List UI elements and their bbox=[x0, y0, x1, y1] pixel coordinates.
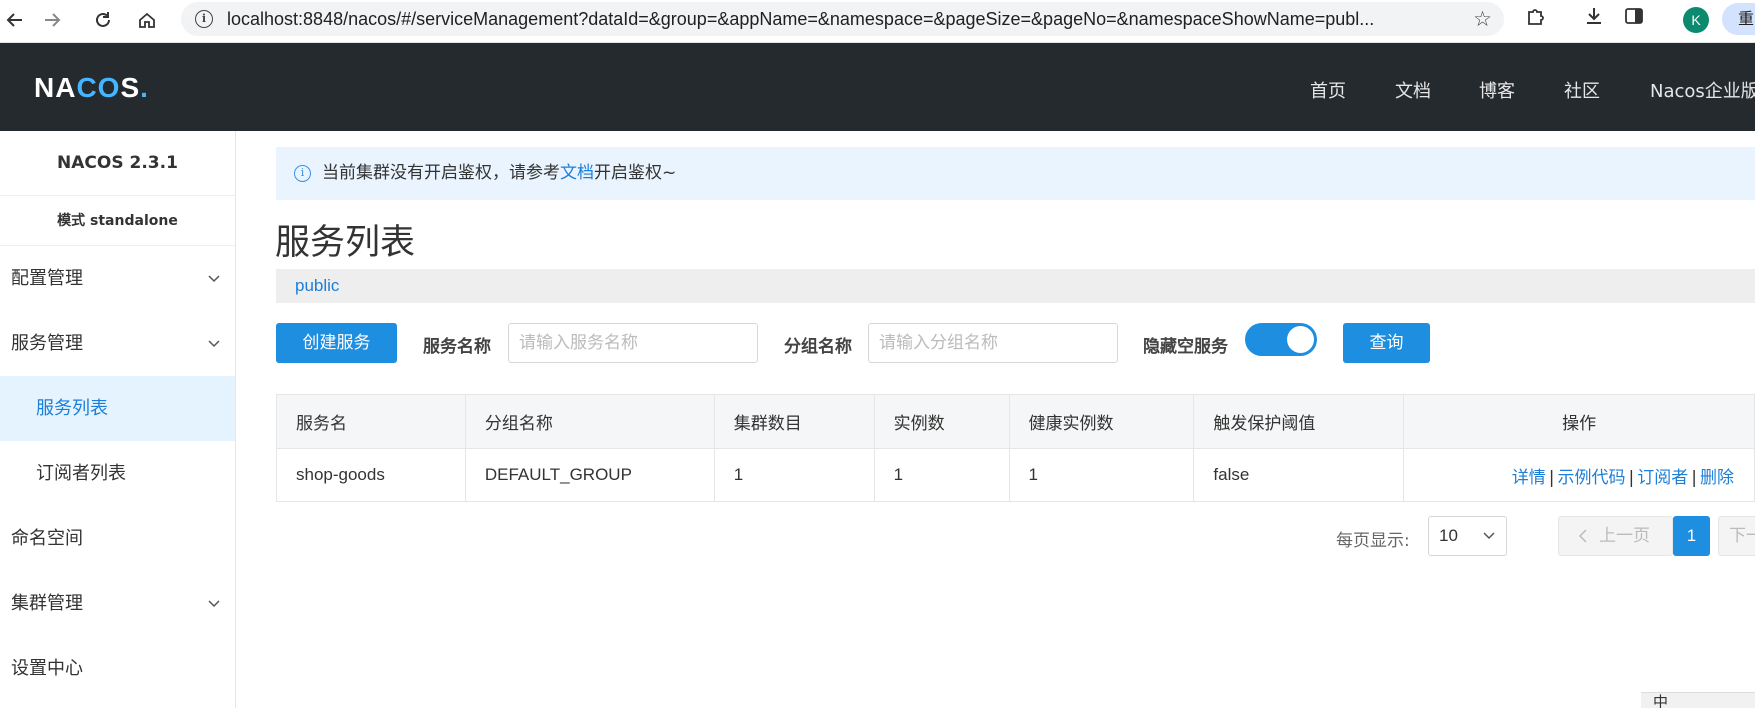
home-icon[interactable] bbox=[132, 5, 162, 35]
ime-mode-label: 中 bbox=[1653, 693, 1669, 708]
sidepanel-icon[interactable] bbox=[1624, 6, 1644, 31]
profile-avatar[interactable]: K bbox=[1683, 7, 1709, 33]
sidebar-item-service-management[interactable]: 服务管理 bbox=[0, 311, 235, 376]
col-header-instances: 实例数 bbox=[873, 394, 1010, 449]
nav-blog[interactable]: 博客 bbox=[1479, 77, 1515, 103]
sidebar-item-label: 设置中心 bbox=[11, 658, 83, 679]
sidebar: NACOS 2.3.1 模式 standalone 配置管理 服务管理 服务列表… bbox=[0, 131, 236, 708]
service-name-label: 服务名称 bbox=[423, 337, 491, 357]
per-page-select[interactable]: 10 bbox=[1428, 516, 1507, 556]
mode-label: 模式 standalone bbox=[0, 196, 235, 246]
chevron-down-icon bbox=[1482, 517, 1496, 569]
address-bar[interactable]: i localhost:8848/nacos/#/serviceManageme… bbox=[181, 2, 1504, 36]
cell-clusters: 1 bbox=[713, 448, 875, 502]
sidebar-item-label: 命名空间 bbox=[11, 528, 83, 549]
sidebar-item-subscriber-list[interactable]: 订阅者列表 bbox=[0, 441, 235, 506]
chevron-down-icon bbox=[207, 571, 221, 636]
sidebar-item-label: 服务管理 bbox=[11, 333, 83, 354]
toggle-knob bbox=[1287, 326, 1314, 353]
prev-page-label: 上一页 bbox=[1599, 526, 1650, 546]
chevron-down-icon bbox=[207, 246, 221, 311]
extensions-icon[interactable] bbox=[1526, 6, 1546, 31]
col-header-threshold: 触发保护阈值 bbox=[1193, 394, 1405, 449]
table-row: shop-goods DEFAULT_GROUP 1 1 1 false 详情 |… bbox=[276, 448, 1755, 502]
prev-page-button[interactable]: 上一页 bbox=[1558, 516, 1673, 556]
site-info-icon[interactable]: i bbox=[195, 10, 213, 28]
service-table: 服务名 分组名称 集群数目 实例数 健康实例数 触发保护阈值 操作 shop-g… bbox=[276, 394, 1755, 502]
forward-arrow-icon[interactable] bbox=[37, 5, 67, 35]
sidebar-item-label: 服务列表 bbox=[36, 398, 108, 419]
chevron-left-icon bbox=[1577, 517, 1589, 569]
col-header-actions: 操作 bbox=[1403, 394, 1755, 449]
sidebar-item-config-management[interactable]: 配置管理 bbox=[0, 246, 235, 311]
hide-empty-toggle[interactable] bbox=[1245, 323, 1317, 356]
next-page-button[interactable]: 下一页 bbox=[1718, 516, 1755, 556]
sidebar-item-namespace[interactable]: 命名空间 bbox=[0, 506, 235, 571]
notice-docs-link[interactable]: 文档 bbox=[560, 163, 594, 183]
nacos-logo[interactable]: NACOS. bbox=[34, 72, 149, 104]
delete-link[interactable]: 删除 bbox=[1700, 468, 1734, 488]
cell-healthy: 1 bbox=[1008, 448, 1195, 502]
cell-threshold: false bbox=[1193, 448, 1405, 502]
per-page-label: 每页显示: bbox=[1336, 531, 1410, 551]
hide-empty-label: 隐藏空服务 bbox=[1143, 337, 1228, 357]
cell-service-name: shop-goods bbox=[276, 448, 466, 502]
cell-actions: 详情 | 示例代码 | 订阅者 | 删除 bbox=[1403, 448, 1755, 502]
sidebar-item-settings[interactable]: 设置中心 bbox=[0, 636, 235, 701]
version-label: NACOS 2.3.1 bbox=[0, 131, 235, 196]
sidebar-item-label: 订阅者列表 bbox=[36, 463, 126, 484]
group-name-input[interactable] bbox=[868, 323, 1118, 363]
create-service-button[interactable]: 创建服务 bbox=[276, 323, 397, 363]
sidebar-item-cluster-management[interactable]: 集群管理 bbox=[0, 571, 235, 636]
reload-icon[interactable] bbox=[88, 5, 118, 35]
col-header-group: 分组名称 bbox=[464, 394, 715, 449]
nav-docs[interactable]: 文档 bbox=[1395, 77, 1431, 103]
query-button[interactable]: 查询 bbox=[1343, 323, 1430, 363]
sidebar-item-label: 集群管理 bbox=[11, 593, 83, 614]
col-header-healthy: 健康实例数 bbox=[1008, 394, 1195, 449]
top-header: NACOS. 首页 文档 博客 社区 Nacos企业版 bbox=[0, 43, 1755, 131]
ime-toolbar[interactable]: 中 bbox=[1641, 692, 1755, 708]
back-arrow-icon[interactable] bbox=[0, 5, 30, 35]
info-icon: i bbox=[294, 165, 311, 182]
bookmark-star-icon[interactable]: ☆ bbox=[1473, 7, 1492, 31]
download-icon[interactable] bbox=[1584, 6, 1604, 31]
subscribers-link[interactable]: 订阅者 bbox=[1637, 468, 1688, 488]
browser-toolbar: i localhost:8848/nacos/#/serviceManageme… bbox=[0, 0, 1755, 43]
service-name-input[interactable] bbox=[508, 323, 758, 363]
cell-instances: 1 bbox=[873, 448, 1010, 502]
namespace-bar: public bbox=[276, 269, 1755, 303]
nav-community[interactable]: 社区 bbox=[1564, 77, 1600, 103]
detail-link[interactable]: 详情 bbox=[1512, 468, 1546, 488]
namespace-tab-public[interactable]: public bbox=[295, 276, 339, 295]
nav-home[interactable]: 首页 bbox=[1310, 77, 1346, 103]
sample-code-link[interactable]: 示例代码 bbox=[1558, 468, 1626, 488]
col-header-service: 服务名 bbox=[276, 394, 466, 449]
col-header-clusters: 集群数目 bbox=[713, 394, 875, 449]
sidebar-item-label: 配置管理 bbox=[11, 268, 83, 289]
chevron-down-icon bbox=[207, 311, 221, 376]
group-name-label: 分组名称 bbox=[784, 337, 852, 357]
per-page-value: 10 bbox=[1439, 526, 1458, 545]
notice-text-after: 开启鉴权~ bbox=[594, 163, 677, 183]
page-1-button[interactable]: 1 bbox=[1673, 516, 1710, 556]
table-header-row: 服务名 分组名称 集群数目 实例数 健康实例数 触发保护阈值 操作 bbox=[276, 394, 1755, 449]
page-title: 服务列表 bbox=[275, 223, 416, 263]
sidebar-item-service-list[interactable]: 服务列表 bbox=[0, 376, 235, 441]
auth-notice: i 当前集群没有开启鉴权，请参考文档开启鉴权~ bbox=[276, 147, 1755, 200]
cell-group-name: DEFAULT_GROUP bbox=[464, 448, 715, 502]
nav-enterprise[interactable]: Nacos企业版 bbox=[1650, 77, 1755, 103]
notice-text: 当前集群没有开启鉴权，请参考 bbox=[322, 163, 560, 183]
url-text[interactable]: localhost:8848/nacos/#/serviceManagement… bbox=[227, 9, 1449, 30]
update-button[interactable]: 重 bbox=[1722, 3, 1755, 35]
